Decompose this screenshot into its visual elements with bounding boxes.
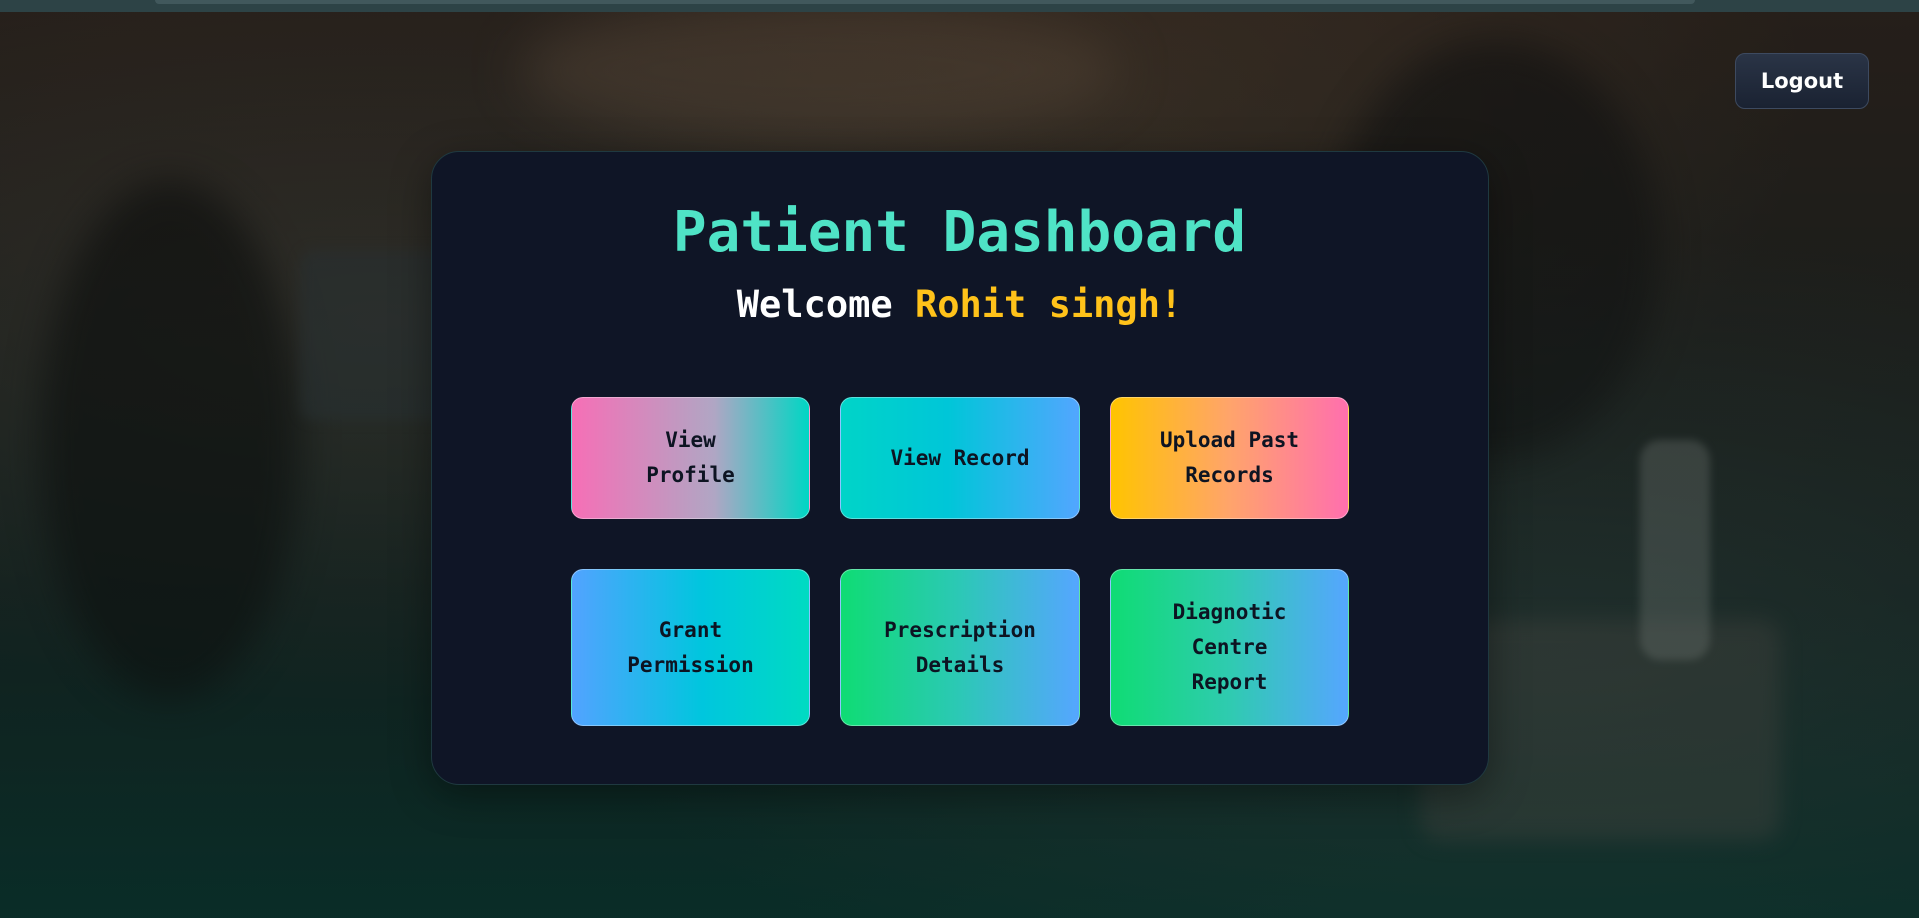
grant-permission-label: Grant Permission: [627, 617, 754, 677]
welcome-message: Welcome Rohit singh!: [0, 282, 1919, 328]
top-bar-strip: [155, 0, 1695, 4]
view-profile-button[interactable]: View Profile: [571, 397, 810, 519]
diagnostic-centre-report-button[interactable]: Diagnotic Centre Report: [1110, 569, 1349, 726]
top-bar: [0, 0, 1919, 12]
diagnostic-centre-report-label: Diagnotic Centre Report: [1172, 600, 1287, 694]
logout-button[interactable]: Logout: [1735, 53, 1869, 109]
view-record-button[interactable]: View Record: [840, 397, 1080, 519]
grant-permission-button[interactable]: Grant Permission: [571, 569, 810, 726]
prescription-details-button[interactable]: Prescription Details: [840, 569, 1080, 726]
upload-past-records-label: Upload Past Records: [1159, 428, 1300, 487]
upload-past-records-button[interactable]: Upload Past Records: [1110, 397, 1349, 519]
view-profile-label: View Profile: [646, 428, 735, 487]
page-background: Logout Patient Dashboard Welcome Rohit s…: [0, 0, 1919, 918]
user-name: Rohit singh!: [914, 283, 1183, 326]
view-record-label: View Record: [890, 445, 1030, 470]
welcome-prefix: Welcome: [736, 283, 893, 326]
prescription-details-label: Prescription Details: [884, 617, 1036, 677]
page-title: Patient Dashboard: [672, 200, 1247, 265]
